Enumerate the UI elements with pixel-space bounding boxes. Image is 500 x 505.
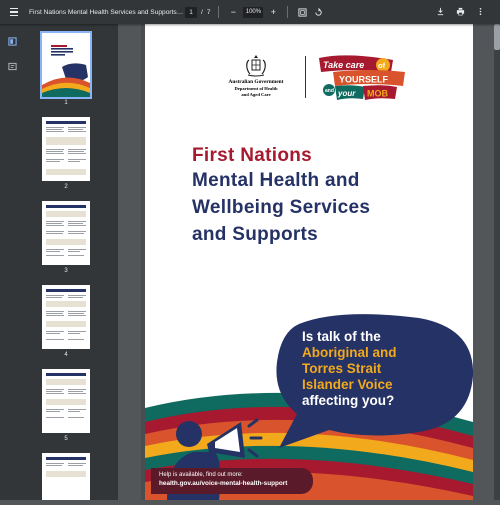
outline-view-icon[interactable]	[8, 58, 17, 71]
logo-mob: MOB	[367, 89, 388, 99]
thumbnails-view-icon[interactable]	[8, 33, 17, 46]
rotate-icon[interactable]	[312, 6, 324, 18]
thumbnail-page-1[interactable]	[40, 31, 92, 99]
pdf-toolbar: First Nations Mental Health Services and…	[0, 0, 500, 24]
help-link[interactable]: health.gov.au/voice-mental-health-suppor…	[159, 480, 313, 487]
menu-icon[interactable]	[7, 5, 21, 19]
take-care-logo: Take care of YOURSELF and your MOB	[319, 55, 405, 100]
zoom-out-button[interactable]: −	[227, 6, 239, 18]
zoom-in-button[interactable]: +	[267, 6, 279, 18]
logo-of: of	[378, 61, 386, 70]
thumbnail-label: 5	[64, 436, 68, 442]
page-number-input[interactable]: 1	[185, 6, 197, 18]
headline-line-4: and Supports	[192, 224, 319, 245]
document-title: First Nations Mental Health Services and…	[29, 8, 185, 16]
logo-row: Australian Government Department of Heal…	[205, 54, 455, 104]
logo-take-care: Take care	[323, 60, 364, 70]
gov-line-3: and Aged Care	[241, 92, 271, 97]
bubble-line-1: Is talk of the	[302, 329, 381, 344]
fit-page-icon[interactable]	[296, 6, 308, 18]
bubble-text: Is talk of the Aboriginal and Torres Str…	[302, 329, 462, 409]
thumbnail-page-3[interactable]	[42, 201, 90, 265]
zoom-level-input[interactable]: 100%	[243, 6, 264, 18]
document-scrollbar[interactable]	[494, 24, 500, 500]
toolbar-divider	[218, 6, 220, 18]
government-wordmark: Australian Government Department of Heal…	[217, 79, 295, 97]
document-viewport[interactable]: Australian Government Department of Heal…	[118, 24, 500, 500]
sidebar-tabs	[0, 24, 24, 500]
logo-and: and	[325, 88, 334, 94]
thumbnail-page-5[interactable]	[42, 369, 90, 433]
logo-divider	[305, 56, 306, 98]
total-pages: 7	[206, 8, 211, 16]
person-head	[176, 421, 202, 447]
bubble-line-2: Aboriginal and	[302, 345, 397, 360]
logo-yourself: YOURSELF	[339, 75, 389, 85]
headline-line-1: First Nations	[192, 145, 313, 166]
headline-line-3: Wellbeing Services	[192, 197, 371, 218]
thumbnail-label: 1	[64, 100, 68, 106]
coat-of-arms-icon	[241, 54, 271, 78]
page-headline: First Nations Mental Health and Wellbein…	[192, 145, 452, 248]
thumbnail-list: 1 2 3 4 5	[24, 24, 118, 500]
page-indicator: 1 / 7	[185, 6, 211, 18]
thumbnail-label: 2	[64, 184, 68, 190]
headline-line-2: Mental Health and	[192, 170, 360, 191]
toolbar-divider	[287, 6, 289, 18]
logo-your: your	[337, 89, 356, 98]
scrollbar-thumb[interactable]	[494, 24, 500, 50]
print-icon[interactable]	[454, 5, 466, 17]
thumbnail-page-4[interactable]	[42, 285, 90, 349]
gov-line-2: Department of Health	[234, 86, 278, 91]
more-icon[interactable]	[474, 5, 486, 17]
download-icon[interactable]	[434, 5, 446, 17]
thumbnail-page-6[interactable]	[42, 453, 90, 500]
page-separator: /	[201, 8, 203, 16]
help-text: Help is available, find out more:	[159, 472, 243, 478]
bubble-line-4: Islander Voice	[302, 377, 393, 392]
bubble-line-3: Torres Strait	[302, 361, 382, 376]
gov-line-1: Australian Government	[228, 79, 284, 85]
help-banner: Help is available, find out more: health…	[151, 468, 313, 494]
bubble-line-5: affecting you?	[302, 393, 395, 408]
thumbnail-label: 3	[64, 268, 68, 274]
thumbnail-sidebar: 1 2 3 4 5	[0, 24, 118, 500]
thumbnail-page-2[interactable]	[42, 117, 90, 181]
pdf-page-1: Australian Government Department of Heal…	[145, 24, 473, 500]
thumbnail-label: 4	[64, 352, 68, 358]
